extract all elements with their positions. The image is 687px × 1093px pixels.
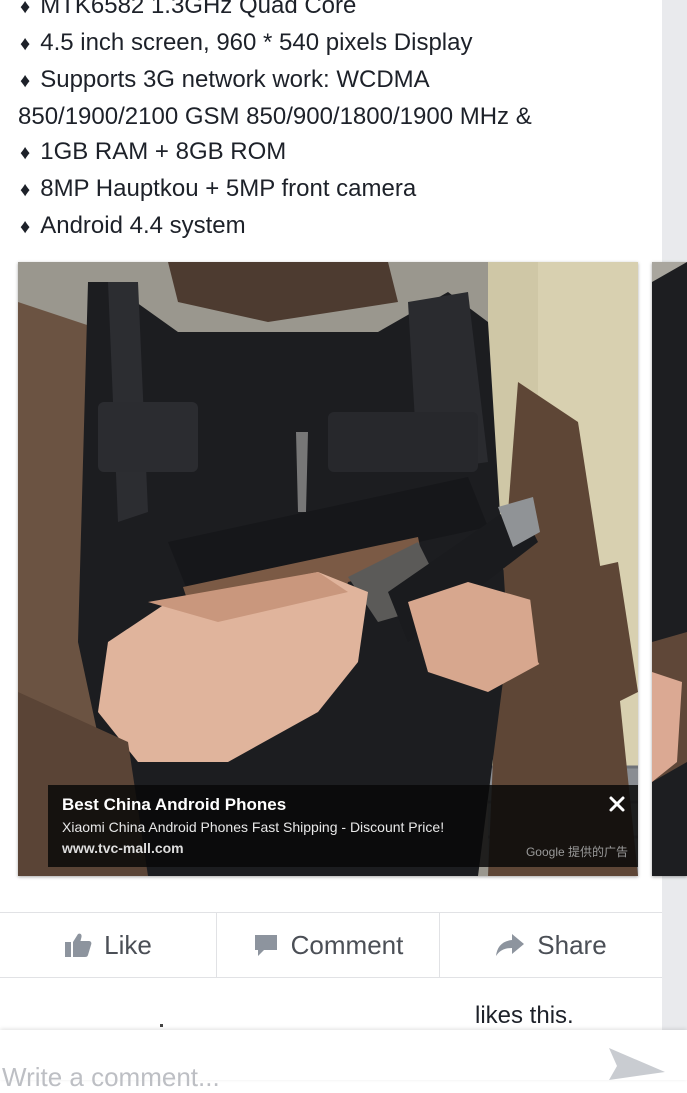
like-button[interactable]: Like: [0, 913, 216, 977]
comment-bubble-icon: [254, 935, 277, 956]
spec-list: ♦ MTK6582 1.3GHz Quad Core ♦ 4.5 inch scre…: [18, 0, 658, 245]
spec-text: 850/1900/2100 GSM 850/900/1800/1900 MHz …: [18, 103, 532, 130]
spec-text: 4.5 inch screen, 960 * 540 pixels Displa…: [40, 29, 473, 56]
comment-input[interactable]: Write a comment...: [2, 1062, 220, 1093]
text-fragment: [160, 1024, 163, 1027]
next-photo-illustration: [652, 262, 687, 876]
like-label: Like: [104, 929, 152, 960]
thumbs-up-icon: [65, 933, 92, 957]
next-photo-preview[interactable]: [652, 262, 687, 876]
spec-line: ♦ Android 4.4 system: [18, 208, 658, 245]
bullet-icon: ♦: [20, 70, 31, 92]
spec-text: Supports 3G network work: WCDMA: [40, 66, 430, 93]
bullet-icon: ♦: [20, 142, 31, 164]
photo-illustration: [18, 262, 638, 876]
close-icon[interactable]: [606, 793, 628, 815]
spec-line: ♦ MTK6582 1.3GHz Quad Core: [18, 0, 658, 25]
likes-summary[interactable]: likes this.: [475, 1002, 574, 1030]
spec-line: ♦ 8MP Hauptkou + 5MP front camera: [18, 171, 658, 208]
spec-line: ♦ Supports 3G network work: WCDMA: [18, 62, 658, 99]
ad-banner[interactable]: Best China Android Phones Xiaomi China A…: [48, 785, 638, 867]
ad-description: Xiaomi China Android Phones Fast Shippin…: [62, 819, 445, 835]
spec-text: Android 4.4 system: [40, 212, 246, 239]
spec-text: MTK6582 1.3GHz Quad Core: [40, 0, 357, 19]
bullet-icon: ♦: [20, 0, 31, 18]
ad-provider-label: Google 提供的广告: [525, 845, 628, 859]
send-icon[interactable]: [607, 1046, 667, 1080]
ad-title[interactable]: Best China Android Phones: [62, 795, 286, 815]
share-arrow-icon: [496, 934, 525, 956]
comment-label: Comment: [290, 929, 404, 960]
share-button[interactable]: Share: [439, 913, 662, 977]
bullet-icon: ♦: [20, 33, 31, 55]
comment-composer: Write a comment...: [0, 1030, 687, 1092]
comment-button[interactable]: Comment: [216, 913, 439, 977]
bullet-icon: ♦: [20, 216, 31, 238]
spec-text: 8MP Hauptkou + 5MP front camera: [40, 175, 417, 202]
bullet-icon: ♦: [20, 179, 31, 201]
spec-line: 850/1900/2100 GSM 850/900/1800/1900 MHz …: [18, 99, 658, 134]
spec-text: 1GB RAM + 8GB ROM: [40, 138, 287, 165]
spec-line: ♦ 1GB RAM + 8GB ROM: [18, 134, 658, 171]
ad-url[interactable]: www.tvc-mall.com: [62, 840, 184, 856]
ad-photo[interactable]: Best China Android Phones Xiaomi China A…: [18, 262, 638, 876]
spec-line: ♦ 4.5 inch screen, 960 * 540 pixels Displ…: [18, 25, 658, 62]
action-bar: Like Comment Share: [0, 912, 662, 978]
share-label: Share: [537, 929, 607, 960]
